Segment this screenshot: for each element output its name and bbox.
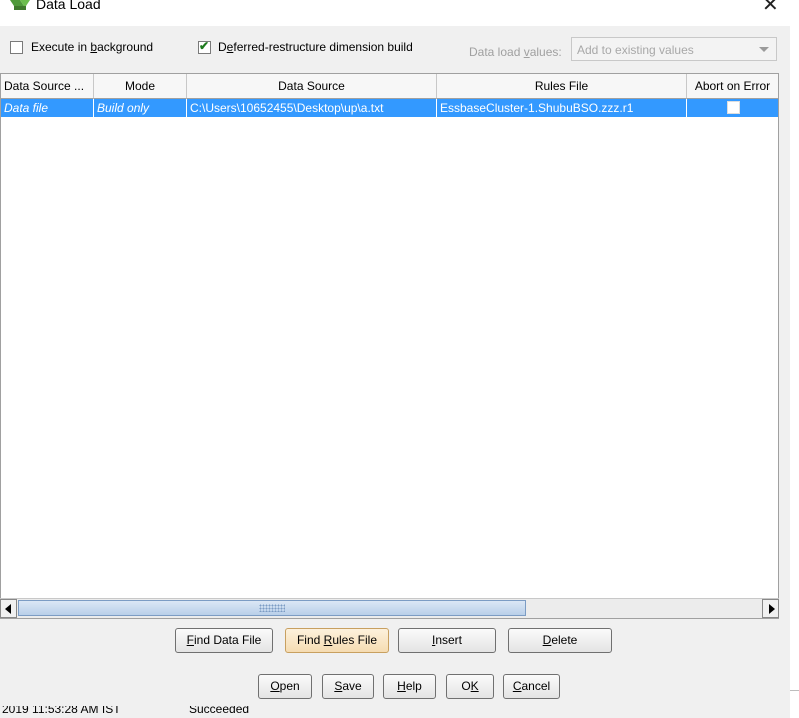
scroll-right-button[interactable] [762, 599, 779, 618]
cancel-button[interactable]: Cancel [503, 674, 560, 699]
abort-on-error-checkbox[interactable] [727, 101, 740, 114]
deferred-restructure-box[interactable]: ✔ [198, 39, 211, 54]
find-rules-file-button[interactable]: Find Rules File [285, 628, 389, 653]
save-button[interactable]: Save [322, 674, 374, 699]
table-row[interactable]: Data file Build only C:\Users\10652455\D… [1, 99, 778, 117]
arrow-left-icon [5, 604, 11, 614]
scroll-left-button[interactable] [0, 599, 17, 618]
horizontal-scrollbar[interactable] [0, 598, 779, 618]
data-load-values-label: Data load values: [469, 45, 562, 59]
data-load-values-selected: Add to existing values [577, 43, 694, 57]
ok-button[interactable]: OK [446, 674, 494, 699]
scrollbar-thumb[interactable] [18, 600, 526, 616]
checkmark-icon: ✔ [199, 39, 210, 53]
background-status-row: 2019 11:53:28 AM IST Succeeded [0, 706, 799, 718]
window-title: Data Load [36, 0, 101, 12]
execute-background-label: Execute in background [31, 40, 154, 54]
divider [790, 690, 799, 691]
open-button[interactable]: Open [258, 674, 312, 699]
cell-rules-file[interactable]: EssbaseCluster-1.ShubuBSO.zzz.r1 [437, 99, 687, 117]
cell-data-source[interactable]: C:\Users\10652455\Desktop\up\a.txt [187, 99, 437, 117]
cell-abort-on-error[interactable] [687, 99, 778, 117]
deferred-restructure-label: Deferred-restructure dimension build [218, 40, 413, 54]
data-sources-table: Data Source ... Mode Data Source Rules F… [0, 73, 779, 619]
background-timestamp: 2019 11:53:28 AM IST [2, 706, 121, 716]
find-data-file-button[interactable]: Find Data File [175, 628, 273, 653]
grip-icon [259, 604, 285, 612]
close-icon[interactable]: ✕ [762, 0, 779, 16]
background-window-edge [790, 26, 799, 718]
column-header-data-source[interactable]: Data Source [187, 74, 437, 99]
background-status: Succeeded [189, 706, 250, 716]
arrow-right-icon [769, 604, 775, 614]
column-header-abort-on-error[interactable]: Abort on Error [687, 74, 778, 99]
column-header-type[interactable]: Data Source ... [1, 74, 94, 99]
cell-mode[interactable]: Build only [94, 99, 187, 117]
column-header-mode[interactable]: Mode [94, 74, 187, 99]
title-bar: Data Load ✕ [0, 0, 799, 26]
execute-background-box[interactable] [10, 41, 23, 54]
insert-button[interactable]: Insert [398, 628, 496, 653]
column-header-rules-file[interactable]: Rules File [437, 74, 687, 99]
help-button[interactable]: Help [383, 674, 436, 699]
data-load-icon [10, 0, 30, 10]
cell-type[interactable]: Data file [1, 99, 94, 117]
delete-button[interactable]: Delete [508, 628, 612, 653]
chevron-down-icon [759, 47, 769, 52]
data-load-values-select[interactable]: Add to existing values [571, 37, 777, 61]
